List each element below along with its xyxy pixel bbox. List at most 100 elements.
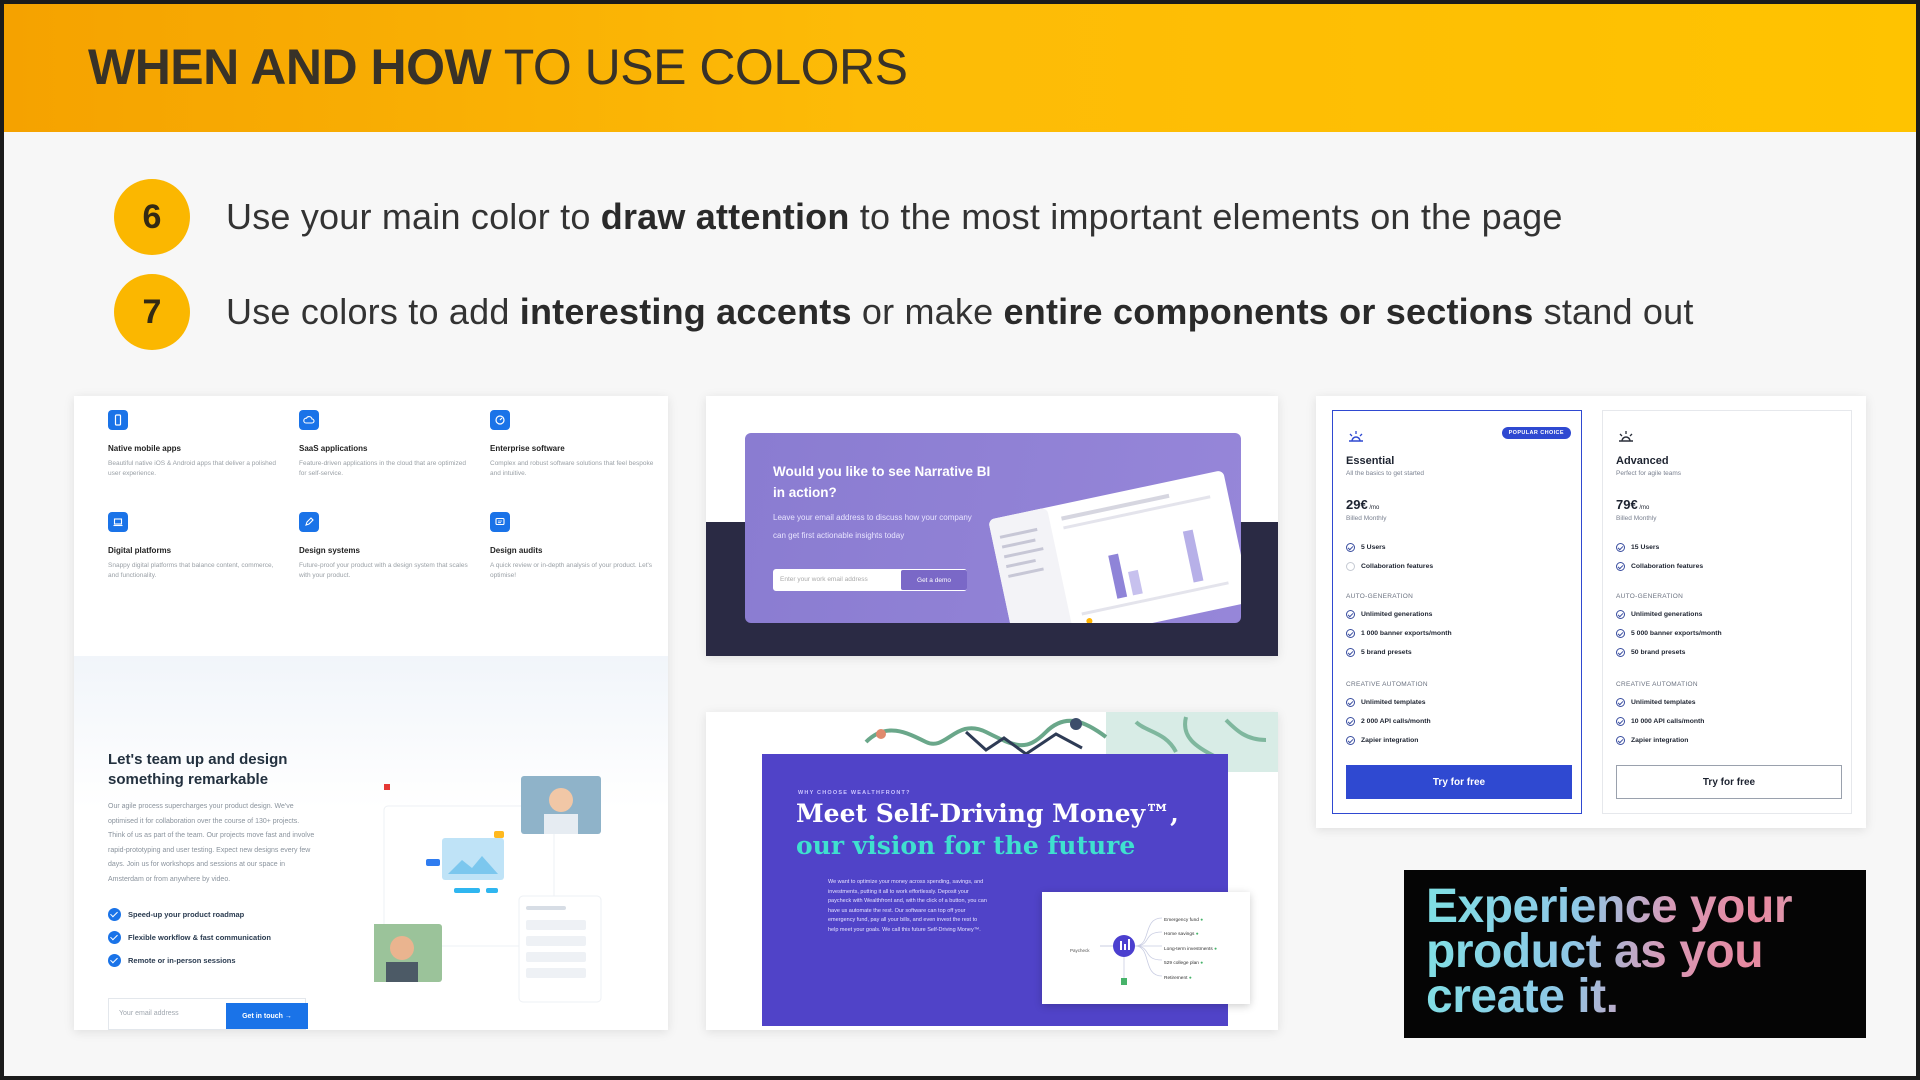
check-icon [1616, 562, 1625, 571]
collaboration-illustration [374, 776, 602, 1003]
laptop-icon [108, 512, 128, 532]
check-icon [108, 954, 121, 967]
service-design-systems: Design systems Future-proof your product… [299, 512, 469, 581]
service-title: Design systems [299, 546, 360, 555]
popular-badge: POPULAR CHOICE [1501, 427, 1571, 439]
check-item: Flexible workflow & fast communication [108, 931, 271, 944]
service-native-mobile: Native mobile apps Beautiful native iOS … [108, 410, 278, 479]
services-screenshot: Native mobile apps Beautiful native iOS … [74, 396, 668, 1030]
check-icon [1616, 610, 1625, 619]
number-badge: 6 [114, 179, 190, 255]
flow-item: Emergency fund ● [1164, 918, 1204, 923]
number-badge: 7 [114, 274, 190, 350]
plan-name: Essential [1346, 455, 1395, 467]
service-desc: Feature-driven applications in the cloud… [299, 460, 466, 477]
check-item: Speed-up your product roadmap [108, 908, 244, 921]
section-label: AUTO-GENERATION [1346, 593, 1414, 600]
plan-subtitle: All the basics to get started [1346, 470, 1425, 477]
slide: WHEN AND HOW TO USE COLORS 6 Use your ma… [0, 0, 1920, 1080]
section-label: CREATIVE AUTOMATION [1346, 681, 1428, 688]
service-design-audits: Design audits A quick review or in-depth… [490, 512, 660, 581]
check-icon [1346, 736, 1355, 745]
service-desc: Future-proof your product with a design … [299, 562, 468, 579]
service-title: SaaS applications [299, 444, 368, 453]
get-demo-button[interactable]: Get a demo [901, 570, 967, 590]
service-title: Digital platforms [108, 546, 172, 555]
plan-price: 79€ /mo [1616, 497, 1650, 512]
service-desc: Complex and robust software solutions th… [490, 460, 654, 477]
feature-item: Collaboration features [1616, 562, 1703, 571]
flow-item: Home savings ● [1164, 932, 1199, 938]
check-icon [1616, 698, 1625, 707]
service-enterprise: Enterprise software Complex and robust s… [490, 410, 660, 479]
get-in-touch-button[interactable]: Get in touch → [226, 1003, 308, 1029]
contact-title: Let's team up and design something remar… [108, 751, 288, 788]
gradient-headline: Experience your product as you create it… [1426, 883, 1856, 1021]
service-title: Design audits [490, 546, 543, 555]
section-label: AUTO-GENERATION [1616, 593, 1684, 600]
try-for-free-button[interactable]: Try for free [1616, 765, 1842, 799]
pricing-screenshot: POPULAR CHOICE Essential All the basics … [1316, 396, 1866, 828]
check-icon [1346, 698, 1355, 707]
service-digital-platforms: Digital platforms Snappy digital platfor… [108, 512, 278, 581]
point-text: Use your main color to draw attention to… [226, 196, 1563, 237]
wealthfront-screenshot: WHY CHOOSE WEALTHFRONT? Meet Self-Drivin… [706, 712, 1278, 1030]
hero-subheading: our vision for the future [796, 831, 1136, 860]
plan-advanced: Advanced Perfect for agile teams 79€ /mo… [1602, 410, 1852, 814]
service-desc: Snappy digital platforms that balance co… [108, 562, 274, 579]
billing-label: Billed Monthly [1346, 515, 1387, 522]
billing-label: Billed Monthly [1616, 515, 1657, 522]
phone-icon [108, 410, 128, 430]
feature-item: 50 brand presets [1616, 648, 1685, 657]
check-icon [1346, 610, 1355, 619]
check-icon [108, 908, 121, 921]
check-icon [1616, 736, 1625, 745]
check-item: Remote or in-person sessions [108, 954, 236, 967]
cta-title: Would you like to see Narrative BI in ac… [773, 464, 991, 500]
feature-item: Unlimited templates [1616, 698, 1696, 707]
point-text: Use colors to add interesting accents or… [226, 291, 1694, 332]
eyebrow-text: WHY CHOOSE WEALTHFRONT? [798, 790, 911, 796]
money-flow-diagram: Paycheck Emergency fund ● Home savings ●… [1042, 892, 1250, 1004]
feature-item: 5 Users [1346, 543, 1386, 552]
title-banner: WHEN AND HOW TO USE COLORS [4, 4, 1916, 132]
feature-item: Unlimited templates [1346, 698, 1426, 707]
flow-list: Emergency fund ● Home savings ● Long-ter… [1164, 914, 1217, 986]
contact-section: Let's team up and design something remar… [74, 656, 668, 1030]
narrative-bi-screenshot: Would you like to see Narrative BI in ac… [706, 396, 1278, 656]
dashboard-icon [490, 410, 510, 430]
check-icon [1346, 543, 1355, 552]
service-desc: A quick review or in-depth analysis of y… [490, 562, 653, 579]
service-desc: Beautiful native iOS & Android apps that… [108, 460, 277, 477]
plan-price: 29€ /mo [1346, 497, 1380, 512]
feature-item: Zapier integration [1616, 736, 1688, 745]
flow-item: Long-term investments ● [1164, 946, 1218, 952]
plan-name: Advanced [1616, 455, 1669, 467]
feature-item: 15 Users [1616, 543, 1659, 552]
check-icon [1346, 562, 1355, 571]
cta-subtitle: Leave your email address to discuss how … [773, 513, 972, 540]
point-6: 6 Use your main color to draw attention … [114, 178, 1563, 256]
cta-panel: Would you like to see Narrative BI in ac… [745, 433, 1241, 623]
hero-body: We want to optimize your money across sp… [828, 879, 987, 933]
section-label: CREATIVE AUTOMATION [1616, 681, 1698, 688]
check-icon [1346, 629, 1355, 638]
flow-item: 529 college plan ● [1164, 961, 1204, 967]
chat-icon [490, 512, 510, 532]
hero-heading: Meet Self-Driving Money™, [796, 799, 1179, 828]
feature-item: 2 000 API calls/month [1346, 717, 1431, 726]
cloud-icon [299, 410, 319, 430]
check-icon [1616, 648, 1625, 657]
check-icon [108, 931, 121, 944]
try-for-free-button[interactable]: Try for free [1346, 765, 1572, 799]
service-title: Native mobile apps [108, 444, 181, 453]
feature-item: Unlimited generations [1346, 610, 1432, 619]
slide-title: WHEN AND HOW TO USE COLORS [88, 39, 908, 95]
check-icon [1616, 543, 1625, 552]
feature-item: 1 000 banner exports/month [1346, 629, 1452, 638]
pencil-icon [299, 512, 319, 532]
service-saas: SaaS applications Feature-driven applica… [299, 410, 469, 479]
feature-item: Zapier integration [1346, 736, 1418, 745]
service-title: Enterprise software [490, 444, 565, 453]
sunrise-icon [1619, 431, 1633, 442]
